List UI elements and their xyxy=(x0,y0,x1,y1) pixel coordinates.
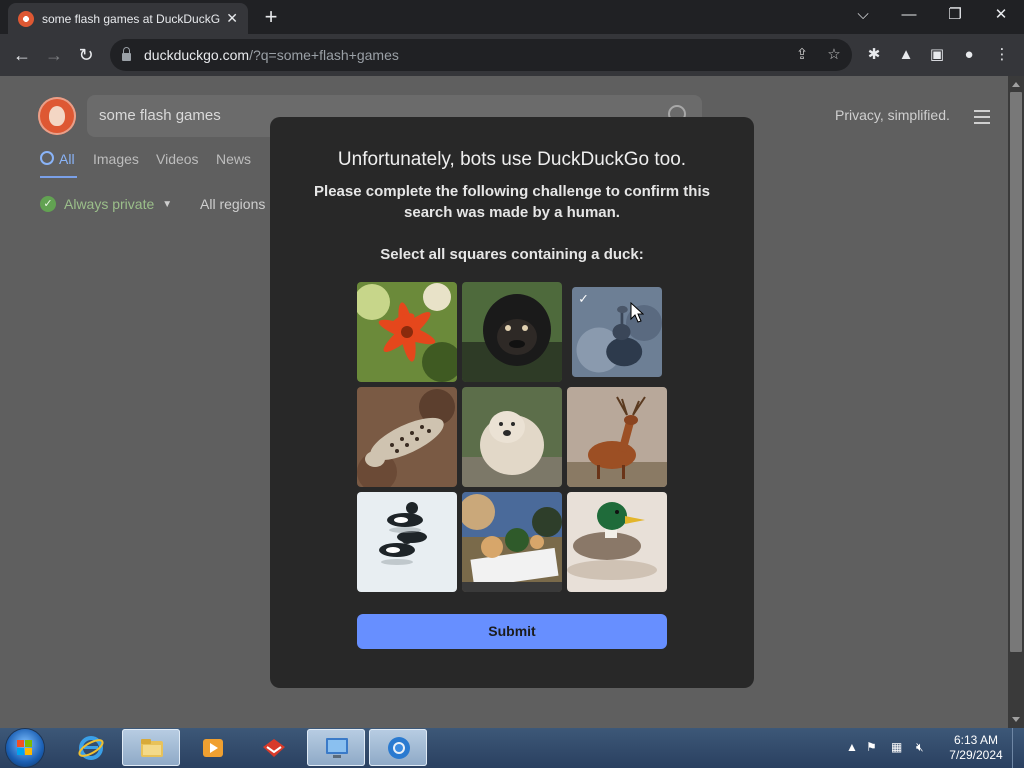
back-arrow-icon[interactable]: ← xyxy=(10,43,34,67)
tab-images[interactable]: Images xyxy=(93,151,139,167)
tab-news[interactable]: News xyxy=(216,151,251,167)
profile-avatar-icon[interactable]: ● xyxy=(957,43,981,67)
tab-strip: some flash games at DuckDuckGo ✕ + ⌵ — ❐… xyxy=(0,0,1024,34)
duckduckgo-logo-icon[interactable] xyxy=(38,97,76,135)
forward-arrow-icon[interactable]: → xyxy=(42,43,66,67)
taskbar-app[interactable] xyxy=(244,729,302,766)
extensions-puzzle-icon[interactable]: ✱ xyxy=(862,43,886,67)
page-scrollbar[interactable] xyxy=(1008,76,1024,728)
browser-tab[interactable]: some flash games at DuckDuckGo ✕ xyxy=(8,3,248,34)
taskbar-internet-explorer[interactable] xyxy=(61,729,119,766)
tab-title: some flash games at DuckDuckGo xyxy=(42,11,221,26)
start-button[interactable] xyxy=(6,729,44,767)
tiger-lily-image xyxy=(357,282,457,382)
bookmark-star-icon[interactable]: ☆ xyxy=(822,43,846,67)
windows-taskbar: ▲ ⚑ ▦ 🔇︎ 6:13 AM 7/29/2024 xyxy=(0,728,1024,768)
tile-mallard-duck[interactable] xyxy=(567,492,667,592)
tile-leopard[interactable] xyxy=(357,387,457,487)
challenge-prompt: Select all squares containing a duck: xyxy=(380,246,644,263)
volume-muted-icon[interactable]: 🔇︎ xyxy=(916,740,924,755)
polar-bear-image xyxy=(462,387,562,487)
close-window-button[interactable]: ✕ xyxy=(978,0,1024,30)
image-grid: ✓ xyxy=(357,282,667,592)
scroll-thumb[interactable] xyxy=(1010,92,1022,652)
app-envelope-icon xyxy=(263,739,285,757)
internet-explorer-icon xyxy=(78,736,104,760)
tile-gorilla[interactable] xyxy=(462,282,562,382)
clock-time: 6:13 AM xyxy=(953,733,999,747)
always-private-dropdown[interactable]: ✓ Always private ▼ xyxy=(40,196,172,212)
tab-search-chevron-icon[interactable]: ⌵ xyxy=(840,0,886,30)
windows-logo-icon xyxy=(17,740,33,756)
side-panel-icon[interactable]: ▣ xyxy=(925,43,949,67)
tile-puppies-in-planter[interactable] xyxy=(462,492,562,592)
modal-subtitle: Please complete the following challenge … xyxy=(314,183,710,221)
chrome-icon xyxy=(388,737,410,759)
lock-icon[interactable] xyxy=(122,47,131,61)
scroll-down-arrow-icon[interactable] xyxy=(1012,717,1020,722)
media-player-icon xyxy=(203,739,223,757)
modal-title: Unfortunately, bots use DuckDuckGo too. xyxy=(337,149,687,170)
puppies-in-planter-image xyxy=(462,492,562,592)
taskbar-control-panel[interactable] xyxy=(307,729,365,766)
url-text: duckduckgo.com/?q=some+flash+games xyxy=(144,47,399,63)
show-hidden-icons-arrow-icon[interactable]: ▲ xyxy=(846,740,858,754)
checkmark-icon: ✓ xyxy=(40,196,56,212)
close-icon[interactable]: ✕ xyxy=(226,10,238,27)
clock-date: 7/29/2024 xyxy=(949,748,1003,762)
folder-icon xyxy=(141,739,163,757)
search-query-text: some flash games xyxy=(99,107,221,124)
leopard-image xyxy=(357,387,457,487)
search-icon xyxy=(40,151,54,165)
network-icon[interactable]: ▦ xyxy=(891,740,902,754)
reload-icon[interactable]: ↻ xyxy=(74,43,98,67)
selected-check-icon: ✓ xyxy=(578,291,589,306)
minimize-button[interactable]: — xyxy=(886,0,932,30)
kebab-menu-icon[interactable]: ⋮ xyxy=(990,43,1014,67)
active-tab-underline xyxy=(40,176,77,178)
show-desktop-button[interactable] xyxy=(1012,728,1024,768)
control-panel-icon xyxy=(326,738,348,758)
scroll-up-arrow-icon[interactable] xyxy=(1012,82,1020,87)
duckduckgo-favicon-icon xyxy=(18,10,34,27)
tile-polar-bear[interactable] xyxy=(462,387,562,487)
taskbar-file-explorer[interactable] xyxy=(122,729,180,766)
tile-ducks-on-water[interactable] xyxy=(357,492,457,592)
address-bar[interactable]: duckduckgo.com/?q=some+flash+games ⇪ ☆ xyxy=(110,39,852,71)
bot-challenge-modal: Unfortunately, bots use DuckDuckGo too. … xyxy=(270,117,754,688)
privacy-tagline[interactable]: Privacy, simplified. xyxy=(835,107,950,123)
gorilla-image xyxy=(462,282,562,382)
tile-bird[interactable]: ✓ xyxy=(572,287,662,377)
tab-all[interactable]: All xyxy=(40,151,75,167)
caret-down-icon: ▼ xyxy=(162,198,173,210)
tile-tiger-lily[interactable] xyxy=(357,282,457,382)
browser-toolbar: ← → ↻ duckduckgo.com/?q=some+flash+games… xyxy=(0,34,1024,76)
ducks-on-water-image xyxy=(357,492,457,592)
taskbar-chrome[interactable] xyxy=(369,729,427,766)
mallard-duck-image xyxy=(567,492,667,592)
action-center-flag-icon[interactable]: ⚑ xyxy=(866,740,877,754)
always-private-label: Always private xyxy=(64,196,155,212)
new-tab-button[interactable]: + xyxy=(258,4,284,30)
labs-flask-icon[interactable]: ▲ xyxy=(894,43,918,67)
mouse-cursor-icon xyxy=(630,302,644,323)
hamburger-menu-icon[interactable] xyxy=(974,110,990,128)
share-icon[interactable]: ⇪ xyxy=(790,43,814,67)
taskbar-media-player[interactable] xyxy=(183,729,241,766)
region-selector[interactable]: All regions xyxy=(200,196,265,212)
system-clock[interactable]: 6:13 AM 7/29/2024 xyxy=(944,733,1008,763)
deer-image xyxy=(567,387,667,487)
submit-button[interactable]: Submit xyxy=(357,614,667,649)
tab-videos[interactable]: Videos xyxy=(156,151,199,167)
restore-button[interactable]: ❐ xyxy=(932,0,978,30)
tile-deer[interactable] xyxy=(567,387,667,487)
